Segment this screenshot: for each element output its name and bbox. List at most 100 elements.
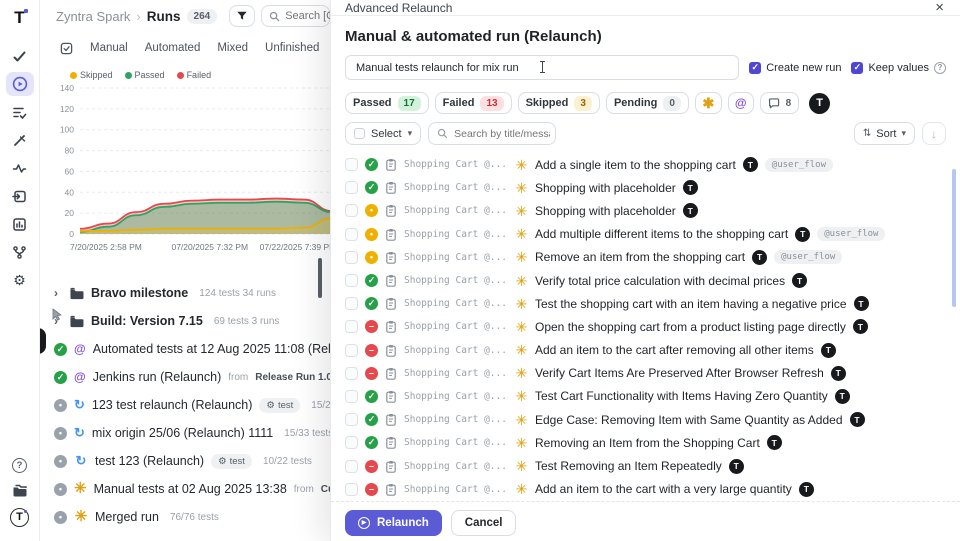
run-list-item[interactable]: •↻test 123 (Relaunch)⚙test10/22 tests — [54, 447, 330, 475]
row-checkbox[interactable] — [345, 460, 358, 473]
assignee-filter-avatar[interactable]: T — [809, 93, 830, 114]
tests-search[interactable] — [428, 122, 556, 145]
select-dropdown[interactable]: Select ▾ — [345, 122, 421, 145]
run-list-item[interactable]: ›Bravo milestone124 tests 34 runs — [54, 279, 330, 307]
status-passed-icon: ✓ — [365, 436, 378, 449]
list-controls: Select ▾ ⇅ Sort ▾ ↓ — [345, 122, 946, 145]
row-checkbox[interactable] — [345, 181, 358, 194]
test-row[interactable]: ✓ Shopping Cart @... ✳ Removing an Item … — [345, 431, 946, 454]
tab-manual[interactable]: Manual — [90, 42, 128, 54]
suite-label: Shopping Cart @... — [404, 391, 508, 402]
test-row[interactable]: • Shopping Cart @... ✳ Remove an item fr… — [345, 246, 946, 269]
sidebar-item-import[interactable] — [6, 184, 34, 208]
tab-automated[interactable]: Automated — [145, 42, 201, 54]
gear-icon: ⚙ — [13, 272, 26, 289]
sidebar-item-account[interactable]: T — [6, 505, 34, 529]
pulse-icon — [12, 161, 27, 176]
manual-test-icon: ✳ — [515, 485, 528, 493]
sort-arrows-icon: ⇅ — [863, 128, 871, 139]
scroll-down-button[interactable]: ↓ — [922, 122, 946, 145]
row-checkbox[interactable] — [345, 251, 358, 264]
row-checkbox[interactable] — [345, 274, 358, 287]
test-row[interactable]: – Shopping Cart @... ✳ Add an item to th… — [345, 478, 946, 501]
close-icon[interactable]: × — [935, 0, 944, 15]
run-list-item[interactable]: ›Build: Version 7.1569 tests 3 runs — [54, 307, 330, 335]
keep-values-option[interactable]: ✓ Keep values ? — [851, 62, 946, 74]
sidebar-item-runs[interactable] — [6, 72, 34, 96]
row-checkbox[interactable] — [345, 483, 358, 496]
suite-label: Shopping Cart @... — [404, 368, 508, 379]
status-passed-icon: ✓ — [54, 343, 67, 356]
app-logo[interactable]: T — [14, 8, 24, 28]
tab-mixed[interactable]: Mixed — [217, 42, 248, 54]
filter-button[interactable] — [229, 5, 255, 27]
filter-chip-passed[interactable]: Passed 17 — [345, 92, 429, 114]
comments-filter-chip[interactable]: 8 — [760, 92, 800, 114]
sidebar-item-analytics[interactable] — [6, 156, 34, 180]
sidebar-item-help[interactable]: ? — [6, 453, 34, 477]
row-checkbox[interactable] — [345, 320, 358, 333]
sidebar-item-projects[interactable] — [6, 479, 34, 503]
relaunch-button[interactable]: ▶ Relaunch — [345, 510, 442, 536]
cancel-button[interactable]: Cancel — [451, 510, 517, 536]
row-checkbox[interactable] — [345, 367, 358, 380]
sidebar-item-settings[interactable]: ⚙ — [6, 268, 34, 292]
test-row[interactable]: ✓ Shopping Cart @... ✳ Test the shopping… — [345, 292, 946, 315]
manual-filter-chip[interactable]: ✱ — [695, 92, 722, 114]
filter-count-badge: 13 — [480, 96, 503, 111]
tests-search-input[interactable] — [454, 128, 550, 140]
run-list-item[interactable]: ✓@Automated tests at 12 Aug 2025 11:08 (… — [54, 335, 330, 363]
test-row[interactable]: • Shopping Cart @... ✳ Add multiple diff… — [345, 223, 946, 246]
run-title: Merged run — [95, 510, 159, 524]
row-checkbox[interactable] — [345, 228, 358, 241]
run-list-item[interactable]: •✳Manual tests at 02 Aug 2025 13:38fromC… — [54, 475, 330, 503]
legend-item: Failed — [177, 70, 212, 80]
test-row[interactable]: – Shopping Cart @... ✳ Open the shopping… — [345, 315, 946, 338]
test-row[interactable]: ✓ Shopping Cart @... ✳ Edge Case: Removi… — [345, 408, 946, 431]
row-checkbox[interactable] — [345, 436, 358, 449]
manual-test-icon: ✳ — [515, 253, 528, 261]
filter-chip-skipped[interactable]: Skipped 3 — [518, 92, 600, 114]
sort-button[interactable]: ⇅ Sort ▾ — [854, 122, 915, 145]
sidebar-item-suites[interactable] — [6, 100, 34, 124]
left-panel-scrollbar[interactable] — [318, 258, 322, 298]
test-row[interactable]: – Shopping Cart @... ✳ Test Removing an … — [345, 454, 946, 477]
test-row[interactable]: ✓ Shopping Cart @... ✳ Add a single item… — [345, 153, 946, 176]
runs-count-badge: 264 — [187, 9, 218, 24]
comments-count: 8 — [786, 98, 792, 109]
play-icon: ▶ — [358, 517, 370, 529]
run-list-item[interactable]: •↻mix origin 25/06 (Relaunch) 111115/33 … — [54, 419, 330, 447]
filter-chip-failed[interactable]: Failed 13 — [435, 92, 512, 114]
filter-chip-pending[interactable]: Pending 0 — [606, 92, 689, 114]
test-row[interactable]: – Shopping Cart @... ✳ Add an item to th… — [345, 339, 946, 362]
tab-unfinished[interactable]: Unfinished — [265, 42, 319, 54]
sidebar-item-reports[interactable] — [6, 212, 34, 236]
sidebar-item-tests[interactable] — [6, 44, 34, 68]
gear-icon: ⚙ — [266, 400, 275, 411]
run-list-item[interactable]: ✓@Jenkins run (Relaunch)fromRelease Run … — [54, 363, 330, 391]
tests-scrollbar[interactable] — [952, 169, 956, 307]
row-checkbox[interactable] — [345, 413, 358, 426]
test-row[interactable]: ✓ Shopping Cart @... ✳ Verify total pric… — [345, 269, 946, 292]
folder-icon — [12, 484, 28, 498]
runs-search[interactable]: × — [261, 5, 330, 27]
row-checkbox[interactable] — [345, 204, 358, 217]
create-new-run-option[interactable]: ✓ Create new run — [749, 62, 841, 74]
run-list-item[interactable]: •↻123 test relaunch (Relaunch)⚙test15/23… — [54, 391, 330, 419]
sidebar-item-branches[interactable] — [6, 240, 34, 264]
row-checkbox[interactable] — [345, 390, 358, 403]
batch-edit-icon[interactable] — [60, 42, 73, 55]
row-checkbox[interactable] — [345, 297, 358, 310]
row-checkbox[interactable] — [345, 158, 358, 171]
run-list-item[interactable]: •✳Merged run76/76 tests — [54, 503, 330, 531]
test-row[interactable]: ✓ Shopping Cart @... ✳ Test Cart Functio… — [345, 385, 946, 408]
chevron-right-icon[interactable]: › — [54, 286, 62, 300]
test-row[interactable]: ✓ Shopping Cart @... ✳ Shopping with pla… — [345, 176, 946, 199]
sidebar-item-wand[interactable] — [6, 128, 34, 152]
breadcrumb-project[interactable]: Zyntra Spark — [56, 9, 130, 24]
test-row[interactable]: – Shopping Cart @... ✳ Verify Cart Items… — [345, 362, 946, 385]
runs-search-input[interactable] — [285, 10, 330, 22]
test-row[interactable]: • Shopping Cart @... ✳ Shopping with pla… — [345, 199, 946, 222]
automated-filter-chip[interactable]: @ — [728, 92, 754, 114]
row-checkbox[interactable] — [345, 344, 358, 357]
